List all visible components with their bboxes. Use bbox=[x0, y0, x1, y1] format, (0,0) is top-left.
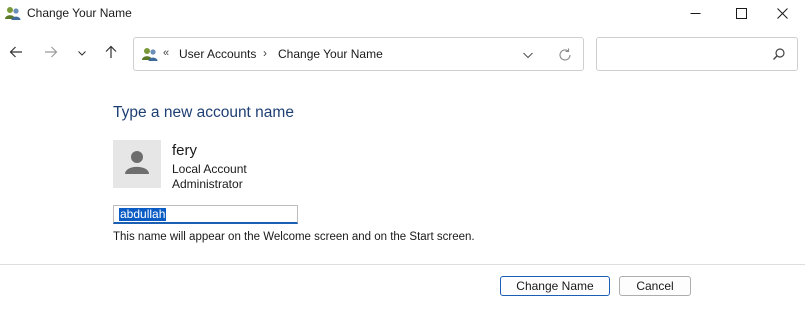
back-button[interactable] bbox=[4, 42, 28, 66]
search-input[interactable] bbox=[605, 45, 765, 63]
refresh-icon[interactable] bbox=[557, 47, 573, 63]
recent-locations-button[interactable] bbox=[70, 42, 94, 66]
title-bar: Change Your Name bbox=[0, 0, 805, 26]
minimize-button[interactable] bbox=[672, 0, 718, 26]
new-account-name-value[interactable]: abdullah bbox=[119, 208, 167, 221]
breadcrumb-change-your-name[interactable]: Change Your Name bbox=[278, 47, 383, 61]
divider bbox=[0, 264, 805, 265]
arrow-left-icon bbox=[9, 45, 23, 64]
close-icon bbox=[776, 7, 788, 19]
breadcrumb-separator[interactable]: › bbox=[263, 46, 267, 60]
maximize-button[interactable] bbox=[718, 0, 764, 26]
address-dropdown-icon[interactable] bbox=[520, 47, 536, 63]
chevron-down-icon bbox=[77, 45, 87, 63]
navigation-bar: « User Accounts › Change Your Name bbox=[0, 34, 805, 74]
search-icon[interactable] bbox=[772, 47, 786, 61]
account-type: Local Account bbox=[172, 162, 247, 176]
cancel-button[interactable]: Cancel bbox=[619, 276, 691, 296]
new-account-name-field[interactable]: abdullah bbox=[113, 205, 298, 224]
arrow-up-icon bbox=[104, 45, 118, 64]
user-avatar-icon bbox=[122, 147, 152, 182]
search-box[interactable] bbox=[596, 37, 798, 71]
maximize-icon bbox=[735, 7, 747, 19]
up-button[interactable] bbox=[99, 42, 123, 66]
change-name-button[interactable]: Change Name bbox=[500, 276, 610, 296]
user-accounts-icon bbox=[5, 5, 21, 21]
avatar bbox=[113, 140, 161, 188]
breadcrumb-user-accounts[interactable]: User Accounts bbox=[179, 47, 256, 61]
user-accounts-icon bbox=[142, 46, 158, 62]
account-role: Administrator bbox=[172, 177, 243, 191]
forward-button[interactable] bbox=[39, 42, 63, 66]
name-hint-text: This name will appear on the Welcome scr… bbox=[113, 231, 475, 243]
page-heading: Type a new account name bbox=[113, 104, 294, 121]
current-user-name: fery bbox=[172, 142, 198, 159]
arrow-right-icon bbox=[44, 45, 58, 64]
address-bar[interactable]: « User Accounts › Change Your Name bbox=[133, 37, 584, 71]
minimize-icon bbox=[690, 8, 701, 19]
breadcrumb-overflow[interactable]: « bbox=[163, 47, 169, 59]
window-title: Change Your Name bbox=[27, 6, 132, 20]
close-button[interactable] bbox=[759, 0, 805, 26]
